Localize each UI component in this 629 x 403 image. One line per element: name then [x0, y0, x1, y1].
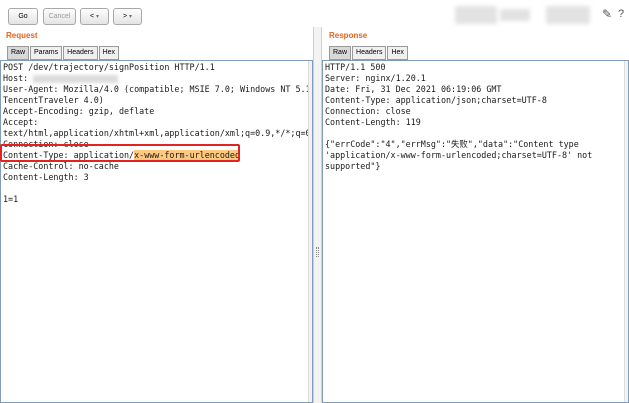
response-tabs: Raw Headers Hex — [329, 46, 409, 60]
request-line: POST /dev/trajectory/signPosition HTTP/1… — [3, 62, 215, 72]
tab-params[interactable]: Params — [30, 46, 63, 60]
cancel-button[interactable]: Cancel — [43, 8, 76, 25]
annotation-box — [0, 144, 240, 162]
response-body: supported"} — [325, 161, 381, 171]
pane-splitter[interactable] — [313, 27, 322, 403]
tab-headers[interactable]: Headers — [352, 46, 387, 60]
redacted-target — [455, 6, 497, 24]
pencil-icon[interactable]: ✎ — [600, 6, 614, 22]
toolbar: Go Cancel < ▾ > ▾ ✎ ? — [0, 0, 629, 27]
back-button[interactable]: < ▾ — [80, 8, 109, 25]
header-host: Host: — [3, 73, 119, 84]
tab-hex[interactable]: Hex — [387, 46, 408, 60]
tab-raw[interactable]: Raw — [7, 46, 30, 60]
redacted-host — [33, 74, 119, 83]
header-line: Accept-Encoding: gzip, deflate — [3, 106, 155, 116]
header-line: Accept: — [3, 117, 39, 127]
chevron-down-icon: ▾ — [129, 14, 133, 20]
tab-headers[interactable]: Headers — [63, 46, 98, 60]
forward-arrow-icon: > — [122, 13, 128, 20]
response-body: {"errCode":"4","errMsg":"失败","data":"Con… — [325, 139, 579, 149]
back-arrow-icon: < — [89, 13, 95, 20]
redacted-target — [500, 9, 530, 21]
header-line: Date: Fri, 31 Dec 2021 06:19:06 GMT — [325, 84, 502, 94]
header-line: Content-Type: application/json;charset=U… — [325, 95, 547, 105]
header-line: Connection: close — [325, 106, 411, 116]
response-scrollbar[interactable] — [624, 61, 628, 402]
header-line: Content-Length: 119 — [325, 117, 421, 127]
request-scrollbar[interactable] — [308, 61, 312, 402]
go-button[interactable]: Go — [8, 8, 38, 25]
redacted-target — [546, 6, 590, 24]
header-line: TencentTraveler 4.0) — [3, 95, 104, 105]
response-editor[interactable]: HTTP/1.1 500 Server: nginx/1.20.1 Date: … — [322, 60, 629, 403]
tab-hex[interactable]: Hex — [98, 46, 120, 60]
request-title: Request — [6, 31, 38, 40]
status-line: HTTP/1.1 500 — [325, 62, 386, 72]
header-line: Content-Length: 3 — [3, 172, 89, 182]
request-tabs: Raw Params Headers Hex — [7, 46, 120, 60]
header-host-label: Host: — [3, 73, 29, 83]
header-line: text/html,application/xhtml+xml,applicat… — [3, 128, 313, 138]
forward-button[interactable]: > ▾ — [113, 8, 142, 25]
header-line: Server: nginx/1.20.1 — [325, 73, 426, 83]
request-body: 1=1 — [3, 194, 19, 204]
header-line: User-Agent: Mozilla/4.0 (compatible; MSI… — [3, 84, 313, 94]
tab-raw[interactable]: Raw — [329, 46, 352, 60]
response-title: Response — [329, 31, 368, 40]
response-body: 'application/x-www-form-urlencoded;chars… — [325, 150, 593, 160]
help-icon[interactable]: ? — [614, 6, 628, 22]
request-editor[interactable]: POST /dev/trajectory/signPosition HTTP/1… — [0, 60, 313, 403]
header-line: Cache-Control: no-cache — [3, 161, 119, 171]
splitter-grip-icon[interactable] — [316, 247, 319, 257]
chevron-down-icon: ▾ — [96, 14, 100, 20]
